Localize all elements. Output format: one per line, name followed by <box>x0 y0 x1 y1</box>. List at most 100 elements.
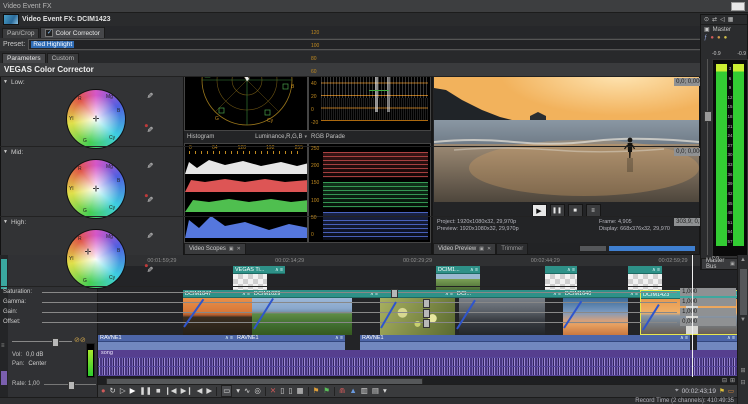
play-from-start-icon[interactable]: ▷ <box>120 386 126 396</box>
audio-clip[interactable]: song <box>98 350 737 376</box>
speaker-icon[interactable]: ◁ <box>720 16 725 23</box>
master-fader[interactable] <box>704 59 710 255</box>
eyedropper-icon[interactable]: ✎ <box>145 232 154 239</box>
collapse-icon[interactable]: ▼ <box>3 149 8 155</box>
lock-icon[interactable]: ▦ <box>296 386 303 396</box>
settings-icon[interactable]: ⊙ <box>704 16 709 23</box>
marker-flag-icon[interactable]: ⚑ <box>719 387 725 395</box>
gain-row: Gain: 1,000 ↺ <box>0 307 748 317</box>
io-icon[interactable]: ⇄ <box>712 16 717 23</box>
delete-icon[interactable]: ✕ <box>270 386 276 396</box>
tab-custom[interactable]: Custom <box>47 53 79 63</box>
timeline-clip[interactable]: RAVNE1∧ ≡ <box>235 335 345 350</box>
trim-end-icon[interactable]: ▯ <box>288 386 292 396</box>
snap-icon[interactable]: ⋒ <box>339 386 345 396</box>
track-zoom-out-icon[interactable]: ⊟ <box>738 379 748 386</box>
record-arm-icon[interactable]: ● <box>724 35 728 41</box>
waveform-scale: 120100806040200-20 <box>311 30 319 126</box>
offset-slider[interactable] <box>42 322 677 323</box>
auto-ripple-icon[interactable]: ▲ <box>349 386 356 396</box>
mute-icon[interactable]: ● <box>710 35 714 41</box>
dock-handle-icon[interactable]: ≡ <box>1 343 5 349</box>
keyboard-icon[interactable]: ▤ <box>372 386 379 396</box>
marker-icon[interactable]: ⚑ <box>313 386 320 396</box>
layout-icon[interactable]: ▦ <box>728 16 734 23</box>
mute-solo-icons[interactable]: ⊘⊘ <box>74 337 86 344</box>
wheel-label: Mid: <box>11 149 23 156</box>
preset-dropdown[interactable]: Red Highlight ▾ <box>28 39 716 50</box>
eyedropper-icon[interactable]: ✎ <box>145 92 154 99</box>
rate-thumb[interactable] <box>68 381 75 390</box>
complement-eyedropper-icon[interactable]: ✎ <box>145 196 154 203</box>
stop-icon[interactable]: ■ <box>156 386 161 396</box>
scroll-up-icon[interactable]: ▲ <box>738 257 748 263</box>
fx-window-title: Video Event FX <box>3 3 52 10</box>
zoom-in-icon[interactable]: ⊞ <box>730 377 735 384</box>
loop-playback-icon[interactable]: ↻ <box>110 386 116 396</box>
saturation-row: Saturation: 1,000 ↺ <box>0 287 748 297</box>
pin-icon[interactable]: ▣ <box>730 261 735 267</box>
gain-slider[interactable] <box>42 312 677 313</box>
playhead-cursor[interactable] <box>692 255 693 377</box>
vertical-scrollbar[interactable]: ▲ ▼ ⊞ ⊟ <box>737 255 748 404</box>
zoom-out-icon[interactable]: ⊟ <box>722 377 727 384</box>
complement-eyedropper-icon[interactable]: ✎ <box>145 266 154 273</box>
envelope-tool-icon[interactable]: ∿ <box>244 386 250 396</box>
more-tools-icon[interactable]: ▾ <box>383 386 387 396</box>
high-color-wheel[interactable]: R Mg B Cy G Yl ✛ <box>66 229 126 289</box>
go-to-start-icon[interactable]: ❙◀ <box>165 386 177 396</box>
play-icon[interactable]: ▶ <box>130 386 136 396</box>
timeline-clip[interactable]: RAVNE1∧ ≡ <box>360 335 690 350</box>
timeline-clip[interactable]: ∧ ≡ <box>697 335 737 350</box>
previous-frame-icon[interactable]: ◀ <box>197 386 203 396</box>
volume-value[interactable]: 0,0 dB <box>26 352 43 358</box>
eyedropper-icon[interactable]: ✎ <box>145 162 154 169</box>
collapse-icon[interactable]: ▼ <box>3 79 8 85</box>
solo-icon[interactable]: ● <box>717 35 721 41</box>
trim-start-icon[interactable]: ▯ <box>280 386 284 396</box>
tab-parameters[interactable]: Parameters <box>2 53 46 63</box>
fx-window-titlebar[interactable]: Video Event FX <box>0 0 748 13</box>
next-frame-icon[interactable]: ▶ <box>206 386 212 396</box>
fx-search-box[interactable] <box>731 2 745 11</box>
track-zoom-in-icon[interactable]: ⊞ <box>738 367 748 374</box>
gamma-value[interactable]: 1,000 <box>680 298 736 306</box>
go-to-end-icon[interactable]: ▶❙ <box>181 386 193 396</box>
clip-tools-icon[interactable]: ∧ ≡ <box>225 335 233 341</box>
offset-value[interactable]: 0,000 <box>680 318 736 326</box>
low-color-wheel[interactable]: R Mg B Cy G Yl ✛ <box>66 89 126 149</box>
saturation-value[interactable]: 1,000 <box>680 288 736 296</box>
normal-edit-tool-icon[interactable]: ▭ <box>221 385 232 397</box>
zoom-tool-icon[interactable]: ◎ <box>254 386 261 396</box>
vscroll-thumb[interactable] <box>740 269 747 315</box>
timeline-clip[interactable]: RAVNE1∧ ≡ <box>98 335 235 350</box>
pan-row: Pan: Center <box>12 361 92 367</box>
scroll-down-icon[interactable]: ▼ <box>738 317 748 323</box>
cursor-time: ⌖ 00:02:43;19 ⚑ ▭ <box>675 387 734 395</box>
record-icon[interactable]: ● <box>101 386 106 396</box>
pan-value[interactable]: Center <box>28 361 46 367</box>
meter-peak-values: -0.9-0.9 <box>712 51 746 57</box>
pause-icon[interactable]: ❚❚ <box>139 386 152 396</box>
saturation-slider[interactable] <box>42 292 677 293</box>
mixer-icon[interactable]: ▥ <box>361 386 368 396</box>
collapse-icon[interactable]: ▼ <box>3 219 8 225</box>
tool-dropdown-icon[interactable]: ▾ <box>236 386 240 396</box>
tab-color-corrector[interactable]: ✓ Color Corrector <box>40 27 104 38</box>
clip-tools-icon[interactable]: ∧ ≡ <box>680 335 688 341</box>
fader-thumb[interactable] <box>52 338 59 347</box>
bus-fx-icon[interactable]: ƒ <box>704 35 707 41</box>
fx-event-header: Video Event FX: DCIM1423 ❚❚ ▥ ▦ <box>0 13 748 26</box>
loop-region-icon[interactable]: ▭ <box>728 387 734 395</box>
clip-tools-icon[interactable]: ∧ ≡ <box>335 335 343 341</box>
complement-eyedropper-icon[interactable]: ✎ <box>145 126 154 133</box>
plugin-enabled-checkbox[interactable]: ✓ <box>45 29 53 37</box>
horizontal-scrollbar[interactable]: ⊟ ⊞ <box>98 377 737 384</box>
rate-slider[interactable] <box>44 384 96 385</box>
gain-value[interactable]: 1,000 <box>680 308 736 316</box>
region-icon[interactable]: ⚑ <box>323 386 330 396</box>
mid-color-wheel[interactable]: R Mg B Cy G Yl ✛ <box>66 159 126 219</box>
tab-pan-crop[interactable]: Pan/Crop <box>2 28 39 38</box>
track-fader[interactable] <box>12 341 72 342</box>
clip-tools-icon[interactable]: ∧ ≡ <box>727 335 735 341</box>
